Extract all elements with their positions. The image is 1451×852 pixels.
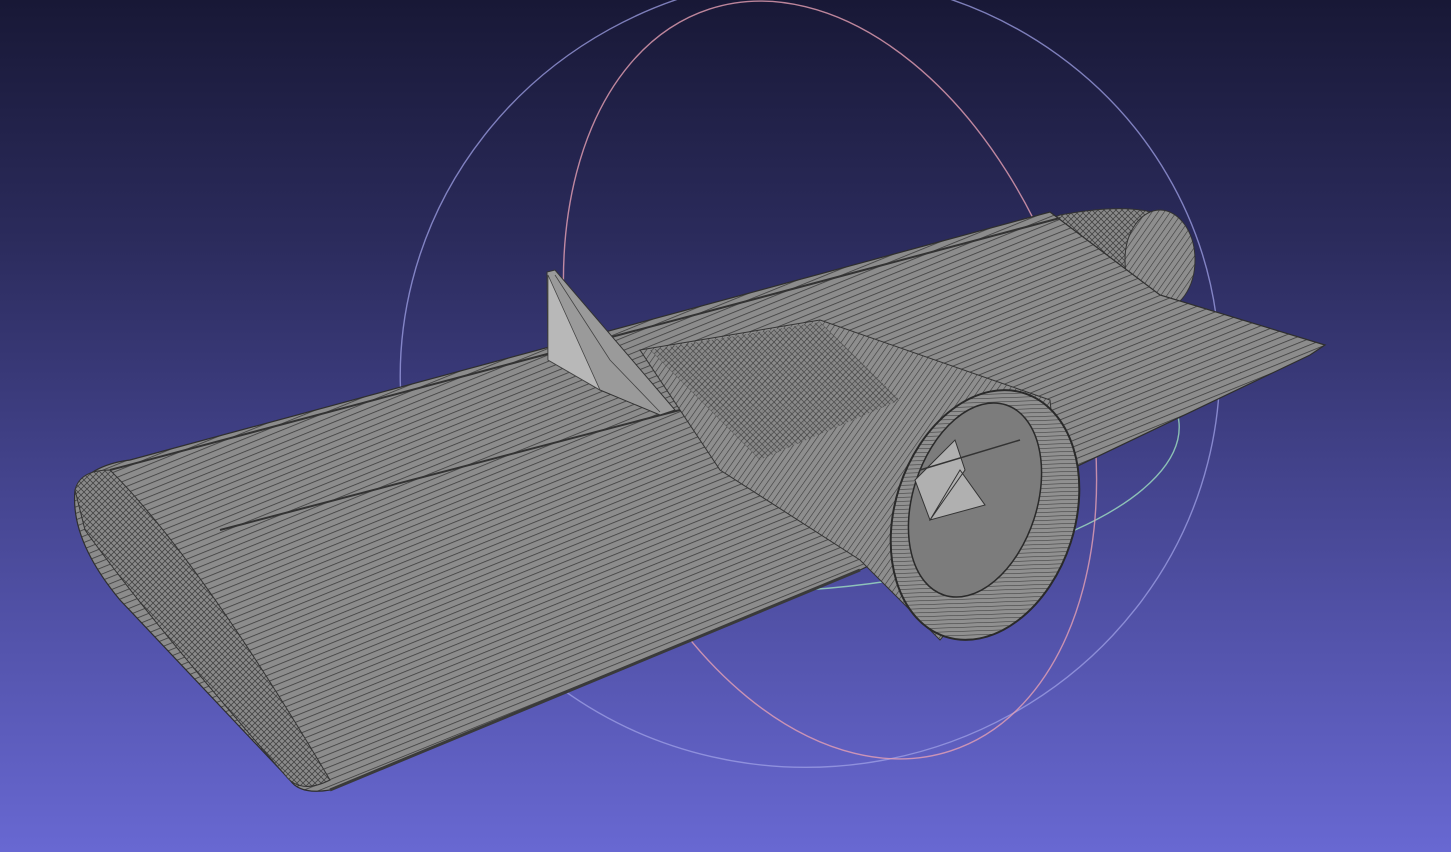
3d-viewport[interactable] — [0, 0, 1451, 852]
wing[interactable] — [73, 211, 1327, 792]
mesh-scene[interactable] — [0, 0, 1451, 852]
